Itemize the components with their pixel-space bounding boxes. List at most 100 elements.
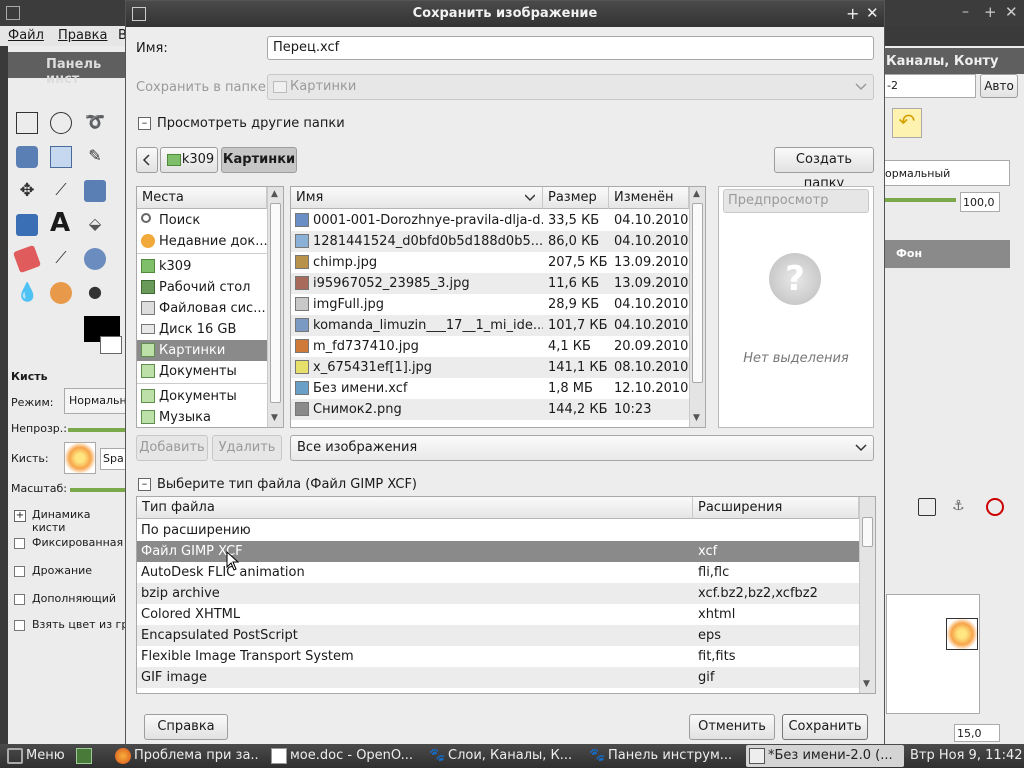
selected-brush-icon[interactable]	[946, 618, 978, 650]
file-row[interactable]: 1281441524_d0bfd0b5d188d0b5... 86,0 КБ 04.…	[291, 231, 689, 252]
opacity-slider[interactable]	[68, 428, 126, 432]
ink-icon[interactable]	[84, 248, 106, 270]
file-row[interactable]: chimp.jpg 207,5 КБ 13.09.2010	[291, 252, 689, 273]
breadcrumb-back-button[interactable]	[136, 147, 158, 173]
dialog-close-icon[interactable]: ✕	[866, 4, 879, 22]
place-recent[interactable]: Недавние док...	[137, 231, 267, 252]
dodge-icon[interactable]: ●	[84, 282, 106, 304]
file-type-row[interactable]: bzip archive xcf.bz2,bz2,xcfbz2	[137, 583, 859, 604]
delete-layer-icon[interactable]	[986, 498, 1004, 516]
gradient-color-checkbox[interactable]	[14, 620, 25, 631]
file-row[interactable]: Снимок2.png 144,2 КБ 10:23	[291, 399, 689, 420]
type-list-scrollbar[interactable]: ▼	[859, 497, 875, 693]
file-type-row[interactable]: Colored XHTML xhtml	[137, 604, 859, 625]
filetype-label[interactable]: Выберите тип файла (Файл GIMP XCF)	[157, 477, 417, 492]
duplicate-layer-icon[interactable]	[918, 498, 936, 516]
scroll-up-icon[interactable]: ▲	[693, 189, 700, 199]
place-music[interactable]: Музыка	[137, 407, 267, 427]
layer-row[interactable]: Фон	[882, 240, 1010, 268]
file-row[interactable]: i95967052_23985_3.jpg 11,6 КБ 13.09.2010	[291, 273, 689, 294]
task-openoffice[interactable]: мое.doc - OpenO...	[268, 745, 418, 767]
file-type-row[interactable]: GIF image gif	[137, 667, 859, 688]
file-row[interactable]: Без имени.xcf 1,8 МБ 12.10.2010	[291, 378, 689, 399]
dynamics-expander[interactable]: +	[14, 510, 26, 522]
clock[interactable]: Втр Ноя 9, 11:42	[910, 748, 1023, 763]
background-color-swatch[interactable]	[100, 336, 122, 354]
places-scroll-thumb[interactable]	[270, 203, 281, 403]
col-ext-header[interactable]: Расширения	[693, 497, 859, 519]
spacing-field[interactable]: 15,0	[954, 724, 1000, 742]
transform-icon[interactable]	[84, 180, 106, 202]
smudge-icon[interactable]	[50, 282, 72, 304]
col-size-header[interactable]: Размер	[543, 187, 609, 209]
start-menu-button[interactable]: Меню	[4, 745, 70, 767]
type-scroll-thumb[interactable]	[862, 517, 873, 547]
menu-file[interactable]: Файл	[8, 28, 44, 43]
file-row[interactable]: x_675431ef[1].jpg 141,1 КБ 08.10.2010	[291, 357, 689, 378]
dialog-maximize-icon[interactable]: +	[846, 4, 859, 23]
mode-select[interactable]: Нормальн	[64, 388, 126, 414]
blur-icon[interactable]: 💧	[16, 282, 38, 304]
filetype-expander[interactable]: –	[138, 478, 151, 491]
scissors-icon[interactable]	[50, 146, 72, 168]
help-button[interactable]: Справка	[144, 714, 228, 740]
anchor-icon[interactable]: ⚓	[952, 498, 965, 514]
breadcrumb-k309[interactable]: k309	[160, 147, 218, 173]
layer-opacity-slider[interactable]	[882, 198, 956, 202]
file-type-row[interactable]: AutoDesk FLIC animation fli,flc	[137, 562, 859, 583]
task-gimp-image[interactable]: *Без имени-2.0 (...	[746, 745, 904, 767]
layer-mode-select[interactable]: ормальный	[882, 160, 1010, 186]
browse-folders-expander[interactable]: –	[138, 117, 151, 130]
show-desktop-icon[interactable]	[76, 748, 92, 764]
jitter-checkbox[interactable]	[14, 566, 25, 577]
maximize-icon[interactable]: +	[984, 3, 997, 21]
bucket-icon[interactable]: ⬙	[84, 214, 106, 236]
file-row[interactable]: komanda_limuzin___17__1_mi_ide... 101,7 К…	[291, 315, 689, 336]
move-icon[interactable]: ✥	[16, 180, 38, 202]
col-type-header[interactable]: Тип файла	[137, 497, 693, 519]
brush-preview[interactable]	[64, 442, 96, 474]
remove-place-button[interactable]: Удалить	[212, 435, 282, 461]
save-in-folder-select[interactable]: Картинки	[267, 74, 874, 100]
layer-opacity-field[interactable]: 100,0	[960, 192, 1000, 212]
task-toolbox[interactable]: 🐾 Панель инструм...	[586, 745, 738, 767]
file-row[interactable]: m_fd737410.jpg 4,1 КБ 20.09.2010	[291, 336, 689, 357]
file-type-row[interactable]: Flexible Image Transport System fit,fits	[137, 646, 859, 667]
scale-slider[interactable]	[70, 488, 126, 492]
place-search[interactable]: Поиск	[137, 210, 267, 231]
file-row[interactable]: imgFull.jpg 28,9 КБ 04.10.2010	[291, 294, 689, 315]
rect-select-icon[interactable]	[16, 112, 38, 134]
lasso-icon[interactable]: ➰	[84, 112, 106, 134]
place-filesystem[interactable]: Файловая сис...	[137, 298, 267, 319]
close-icon[interactable]: ✕	[1005, 3, 1018, 21]
col-modified-header[interactable]: Изменён	[609, 187, 689, 209]
create-folder-button[interactable]: Создать папку	[774, 147, 874, 191]
scroll-up-icon[interactable]: ▲	[271, 189, 278, 199]
text-tool-icon[interactable]: A	[50, 208, 72, 238]
scroll-down-icon[interactable]: ▼	[271, 413, 278, 423]
menu-edit[interactable]: Правка	[58, 28, 107, 43]
color-picker-icon[interactable]: ✎	[84, 146, 106, 168]
file-list-scrollbar[interactable]: ▲ ▼	[689, 187, 705, 427]
place-k309[interactable]: k309	[137, 256, 267, 277]
place-disk[interactable]: Диск 16 GB	[137, 319, 267, 340]
undo-tab-icon[interactable]: ↶	[892, 108, 922, 138]
task-firefox[interactable]: Проблема при за...	[112, 745, 260, 767]
file-type-row[interactable]: По расширению	[137, 520, 859, 541]
browse-folders-label[interactable]: Просмотреть другие папки	[157, 116, 345, 131]
save-button[interactable]: Сохранить	[782, 714, 868, 740]
align-icon[interactable]: ⟋	[50, 180, 72, 202]
scroll-down-icon[interactable]: ▼	[863, 679, 870, 689]
col-name-header[interactable]: Имя	[291, 187, 543, 209]
place-documents-2[interactable]: Документы	[137, 386, 267, 407]
ellipse-select-icon[interactable]	[50, 112, 72, 134]
auto-button[interactable]: Авто	[980, 74, 1018, 98]
breadcrumb-pictures[interactable]: Картинки	[221, 147, 297, 173]
fuzzy-select-icon[interactable]	[16, 146, 38, 168]
file-row[interactable]: 0001-001-Dorozhnye-pravila-dlja-d... 33,5…	[291, 210, 689, 231]
incremental-checkbox[interactable]	[14, 594, 25, 605]
place-desktop[interactable]: Рабочий стол	[137, 277, 267, 298]
place-pictures[interactable]: Картинки	[137, 340, 267, 361]
flip-icon[interactable]	[16, 214, 38, 236]
brush-name-field[interactable]: Spa	[100, 448, 126, 470]
